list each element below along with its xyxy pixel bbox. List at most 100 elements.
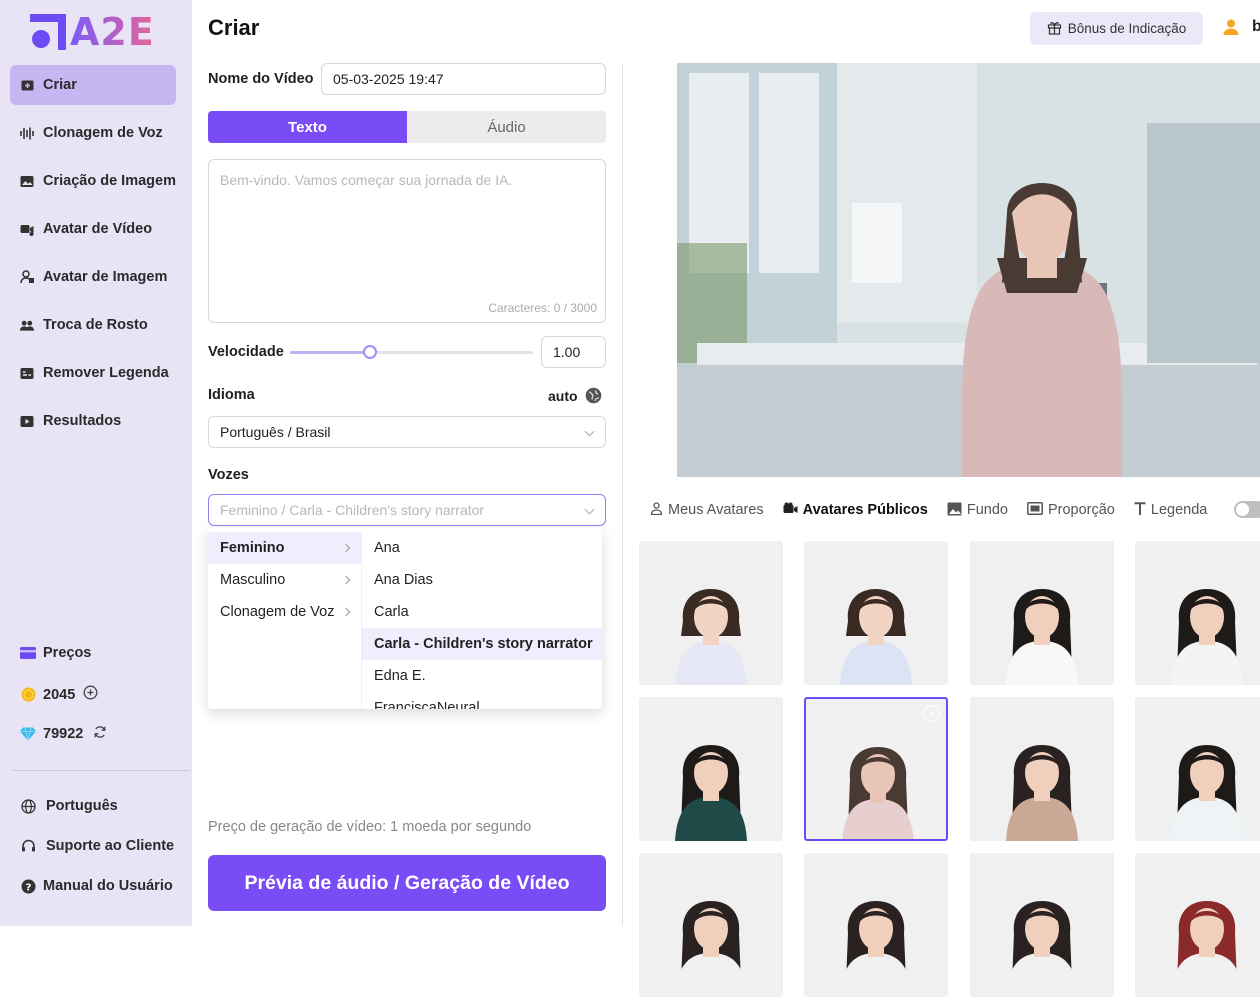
tab-avatares-publicos[interactable]: Avatares Públicos <box>783 502 928 518</box>
avatar-card[interactable] <box>1135 853 1260 997</box>
voices-label: Vozes <box>208 467 249 483</box>
page-title: Criar <box>208 15 260 40</box>
preview-scene-image <box>677 63 1260 477</box>
avatar-card[interactable] <box>970 541 1114 685</box>
voice-category-masculino[interactable]: Masculino <box>208 564 361 596</box>
results-icon <box>20 414 34 428</box>
avatar-preview[interactable] <box>677 63 1260 477</box>
tab-label: Meus Avatares <box>668 502 764 518</box>
avatar-card[interactable] <box>639 853 783 997</box>
user-icon[interactable] <box>1222 18 1240 41</box>
avatar-card[interactable] <box>970 697 1114 841</box>
gift-icon <box>1047 20 1062 38</box>
help-icon: ? <box>20 879 36 894</box>
speed-slider-thumb[interactable] <box>363 345 378 359</box>
sidebar-item-criar[interactable]: Criar <box>10 65 176 105</box>
avatar-thumbnail <box>1171 745 1243 841</box>
chevron-right-icon <box>341 575 351 585</box>
sidebar-item-clonagem-voz[interactable]: Clonagem de Voz <box>10 113 176 153</box>
avatar-thumbnail <box>1006 745 1078 841</box>
person-icon <box>650 502 663 518</box>
voice-option[interactable]: Ana <box>362 532 602 564</box>
voice-option[interactable]: Carla <box>362 596 602 628</box>
remove-caption-icon <box>20 366 34 380</box>
avatar-card-selected[interactable]: + <box>804 697 948 841</box>
prices-link[interactable]: Preços <box>20 645 91 661</box>
mode-tabs: Texto Áudio <box>208 111 606 143</box>
create-icon <box>20 78 34 92</box>
image-icon <box>20 174 34 188</box>
category-label: Clonagem de Voz <box>220 604 335 620</box>
category-label: Feminino <box>220 540 285 556</box>
avatar-thumbnail <box>1171 589 1243 685</box>
camera-icon <box>783 502 798 518</box>
face-swap-icon <box>20 318 34 332</box>
avatar-thumbnail <box>675 901 747 997</box>
sidebar-item-remover-legenda[interactable]: Remover Legenda <box>10 353 176 393</box>
voice-option[interactable]: Edna E. <box>362 660 602 692</box>
voices-select[interactable]: Feminino / Carla - Children's story narr… <box>208 494 606 526</box>
video-name-input[interactable]: 05-03-2025 19:47 <box>321 63 606 95</box>
support-link[interactable]: Suporte ao Cliente <box>20 838 174 854</box>
voice-option[interactable]: Ana Dias <box>362 564 602 596</box>
sidebar-item-label: Remover Legenda <box>43 365 169 381</box>
language-select-value: Português / Brasil <box>220 424 331 440</box>
refresh-icon[interactable] <box>93 725 107 743</box>
tab-legenda[interactable]: Legenda <box>1134 502 1207 518</box>
sidebar-item-label: Clonagem de Voz <box>43 125 163 141</box>
tab-meus-avatares[interactable]: Meus Avatares <box>650 502 764 518</box>
script-placeholder: Bem-vindo. Vamos começar sua jornada de … <box>220 172 513 188</box>
caption-toggle[interactable] <box>1234 501 1260 518</box>
image-avatar-icon <box>20 270 34 284</box>
language-selector[interactable]: Português <box>20 798 118 814</box>
script-textarea[interactable]: Bem-vindo. Vamos começar sua jornada de … <box>208 159 606 323</box>
tab-audio[interactable]: Áudio <box>407 111 606 143</box>
globe-auto-icon[interactable] <box>585 387 602 409</box>
sidebar-item-label: Troca de Rosto <box>43 317 148 333</box>
video-name-label: Nome do Vídeo <box>208 71 314 87</box>
sidebar-item-label: Criar <box>43 77 77 93</box>
avatar-card[interactable] <box>639 541 783 685</box>
manual-link[interactable]: ? Manual do Usuário <box>20 878 173 894</box>
support-label: Suporte ao Cliente <box>46 838 175 854</box>
sidebar-item-resultados[interactable]: Resultados <box>10 401 176 441</box>
add-coins-icon[interactable] <box>83 685 98 704</box>
avatar-card[interactable] <box>1135 697 1260 841</box>
voice-option-selected[interactable]: Carla - Children's story narrator <box>362 628 602 660</box>
svg-text:?: ? <box>25 882 31 893</box>
sidebar-divider <box>12 770 190 771</box>
sidebar-item-label: Avatar de Vídeo <box>43 221 153 237</box>
add-icon[interactable]: + <box>923 705 940 722</box>
image-icon <box>947 502 962 519</box>
tab-proporcao[interactable]: Proporção <box>1027 502 1115 518</box>
avatar-card[interactable] <box>639 697 783 841</box>
headset-icon <box>20 839 36 854</box>
voice-category-feminino[interactable]: Feminino <box>208 532 361 564</box>
prices-label: Preços <box>43 645 92 661</box>
avatar-card[interactable] <box>970 853 1114 997</box>
voice-option[interactable]: FranciscaNeural <box>362 692 602 709</box>
voice-category-clonagem[interactable]: Clonagem de Voz <box>208 596 361 628</box>
avatar-card[interactable] <box>804 853 948 997</box>
referral-bonus-button[interactable]: Bônus de Indicação <box>1030 12 1203 45</box>
voice-option-list[interactable]: Ana Ana Dias Carla Carla - Children's st… <box>361 532 602 709</box>
speed-input[interactable]: 1.00 <box>541 336 606 368</box>
diamonds-balance: 79922 <box>20 725 107 743</box>
sidebar-item-criacao-imagem[interactable]: Criação de Imagem <box>10 161 176 201</box>
tab-texto[interactable]: Texto <box>208 111 407 143</box>
language-select[interactable]: Português / Brasil <box>208 416 606 448</box>
sidebar-item-avatar-imagem[interactable]: Avatar de Imagem <box>10 257 176 297</box>
logo[interactable]: A2E <box>30 12 155 52</box>
generate-button[interactable]: Prévia de áudio / Geração de Vídeo <box>208 855 606 911</box>
sidebar-item-troca-rosto[interactable]: Troca de Rosto <box>10 305 176 345</box>
avatar-card[interactable] <box>804 541 948 685</box>
avatar-card[interactable] <box>1135 541 1260 685</box>
tab-fundo[interactable]: Fundo <box>947 502 1008 519</box>
user-name[interactable]: b <box>1252 18 1260 36</box>
diamond-icon <box>20 727 36 741</box>
sidebar-item-avatar-video[interactable]: Avatar de Vídeo <box>10 209 176 249</box>
speed-slider[interactable] <box>290 345 533 359</box>
chevron-down-icon <box>584 426 595 437</box>
text-icon <box>1134 502 1146 518</box>
voices-dropdown: Feminino Masculino Clonagem de Voz Ana A… <box>208 528 602 709</box>
